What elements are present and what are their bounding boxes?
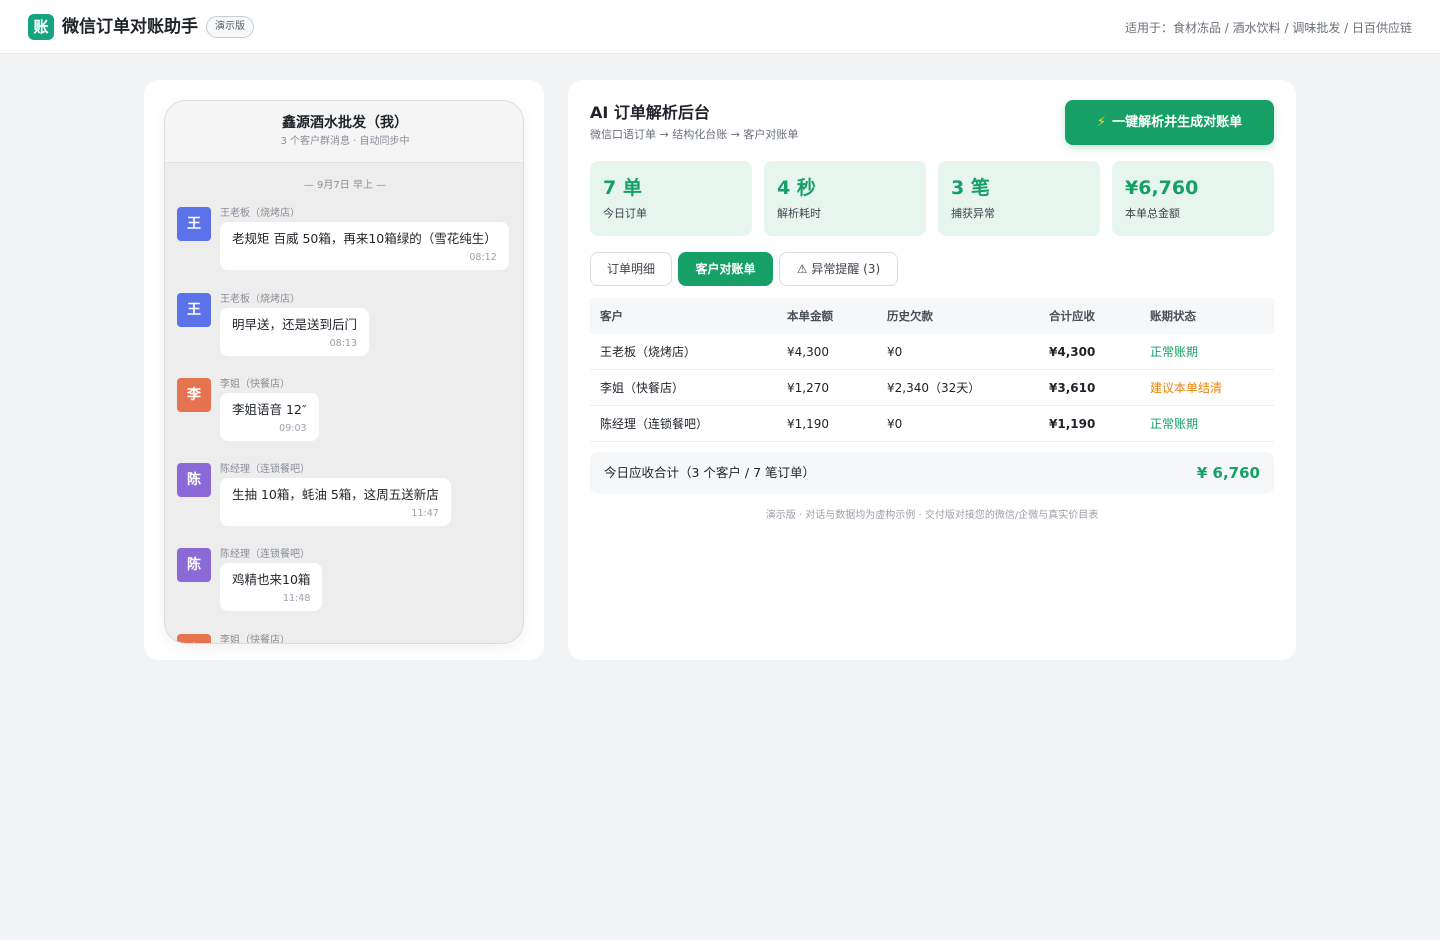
tab-customer-statement[interactable]: 客户对账单 (678, 252, 773, 286)
table-row[interactable]: 陈经理（连锁餐吧） ¥1,190 ¥0 ¥1,190 正常账期 (590, 406, 1274, 442)
summary-label: 今日应收合计（3 个客户 / 7 笔订单） (604, 465, 816, 480)
lightning-icon: ⚡ (1096, 115, 1107, 130)
date-divider: — 9月7日 早上 — (303, 180, 387, 191)
avatar: 陈 (177, 548, 211, 582)
stat-card-exceptions: 3 笔 捕获异常 (938, 161, 1100, 236)
customer-name: 陈经理（连锁餐吧） (600, 417, 709, 431)
panel-title: AI 订单解析后台 (590, 103, 710, 122)
message-time: 08:13 (329, 338, 358, 349)
stat-card-total-amount: ¥6,760 本单总金额 (1112, 161, 1274, 236)
historical-debt: ¥0 (887, 345, 903, 359)
column-header: 合计应收 (1049, 309, 1095, 323)
summary-value: ¥ 6,760 (1196, 464, 1260, 482)
voice-message-bubble[interactable]: 李姐语音 12″ 09:03 (220, 393, 319, 441)
table-header: 客户 本单金额 历史欠款 合计应收 账期状态 (590, 298, 1274, 334)
message-time: 08:12 (469, 252, 497, 263)
message-text: 老规矩 百威 50箱，再来10箱绿的（雪花纯生） (232, 231, 497, 246)
stat-value: 4 秒 (777, 177, 816, 199)
sender-name: 李姐（快餐店） (220, 379, 290, 390)
avatar: 李 (177, 378, 211, 412)
sender-name: 陈经理（连锁餐吧） (220, 464, 310, 475)
message-bubble: 生抽 10箱，蚝油 5箱，这周五送新店 11:47 (220, 478, 451, 526)
sender-name: 李姐（快餐店） (220, 635, 290, 644)
stat-value: 7 单 (603, 177, 642, 199)
order-amount: ¥1,190 (787, 417, 829, 431)
stat-label: 捕获异常 (951, 207, 995, 220)
chat-panel: 鑫源酒水批发（我） 3 个客户群消息 · 自动同步中 — 9月7日 早上 — 王… (144, 80, 544, 660)
table-row[interactable]: 王老板（烧烤店） ¥4,300 ¥0 ¥4,300 正常账期 (590, 334, 1274, 370)
sender-name: 王老板（烧烤店） (220, 294, 300, 305)
historical-debt: ¥0 (887, 417, 903, 431)
status-badge: 建议本单结清 (1150, 381, 1223, 395)
tab-order-details[interactable]: 订单明细 (590, 252, 672, 286)
customer-statement-table: 客户 本单金额 历史欠款 合计应收 账期状态 王老板（烧烤店） ¥4,300 ¥… (590, 298, 1274, 442)
stat-label: 本单总金额 (1125, 207, 1180, 220)
column-header: 客户 (600, 309, 623, 323)
avatar: 陈 (177, 463, 211, 497)
message-time: 11:48 (283, 593, 311, 604)
column-header: 账期状态 (1150, 309, 1196, 323)
table-row[interactable]: 李姐（快餐店） ¥1,270 ¥2,340（32天） ¥3,610 建议本单结清 (590, 370, 1274, 406)
avatar: 李 (177, 634, 211, 643)
message-text: 明早送，还是送到后门 (232, 317, 358, 332)
demo-badge: 演示版 (206, 16, 254, 38)
demo-footnote: 演示版 · 对话与数据均为虚构示例 · 交付版对接您的微信/企微与真实价目表 (765, 510, 1099, 521)
stat-label: 解析耗时 (777, 207, 821, 220)
total-receivable: ¥1,190 (1049, 417, 1096, 431)
status-badge: 正常账期 (1150, 345, 1199, 359)
sender-name: 陈经理（连锁餐吧） (220, 549, 310, 560)
message-time: 09:03 (279, 423, 307, 434)
message-bubble: 老规矩 百威 50箱，再来10箱绿的（雪花纯生） 08:12 (220, 222, 509, 270)
order-parsing-panel: AI 订单解析后台 微信口语订单 → 结构化台账 → 客户对账单 ⚡ 一键解析并生… (568, 80, 1296, 660)
sender-name: 王老板（烧烤店） (220, 208, 300, 219)
status-badge: 正常账期 (1150, 417, 1199, 431)
customer-name: 李姐（快餐店） (600, 381, 685, 395)
message-bubble: 明早送，还是送到后门 08:13 (220, 308, 370, 356)
tab-exception-alerts[interactable]: ⚠ 异常提醒 (3) (779, 252, 898, 286)
panel-subtitle: 微信口语订单 → 结构化台账 → 客户对账单 (590, 128, 799, 141)
message-bubble: 鸡精也来10箱 11:48 (220, 563, 323, 611)
top-bar: 账 微信订单对账助手 演示版 适用于：食材冻品 / 酒水饮料 / 调味批发 / … (0, 0, 1440, 54)
parse-and-generate-button[interactable]: ⚡ 一键解析并生成对账单 (1065, 100, 1274, 145)
stat-value: 3 笔 (951, 177, 990, 199)
historical-debt: ¥2,340（32天） (887, 381, 981, 395)
phone-mockup: 鑫源酒水批发（我） 3 个客户群消息 · 自动同步中 — 9月7日 早上 — 王… (164, 100, 524, 644)
app-logo: 账 (28, 14, 54, 40)
avatar: 王 (177, 293, 211, 327)
chat-subtitle: 3 个客户群消息 · 自动同步中 (280, 136, 410, 147)
daily-receivable-summary: 今日应收合计（3 个客户 / 7 笔订单） ¥ 6,760 (590, 452, 1274, 494)
stat-value: ¥6,760 (1125, 177, 1199, 199)
stat-card-parse-time: 4 秒 解析耗时 (764, 161, 926, 236)
applicable-industries: 适用于：食材冻品 / 酒水饮料 / 调味批发 / 日百供应链 (1124, 21, 1412, 35)
message-text: 生抽 10箱，蚝油 5箱，这周五送新店 (232, 487, 439, 502)
order-amount: ¥4,300 (787, 345, 829, 359)
total-receivable: ¥3,610 (1049, 381, 1096, 395)
message-time: 11:47 (411, 508, 439, 519)
chat-header: 鑫源酒水批发（我） 3 个客户群消息 · 自动同步中 (165, 101, 523, 163)
column-header: 历史欠款 (887, 309, 933, 323)
avatar: 王 (177, 207, 211, 241)
order-amount: ¥1,270 (787, 381, 829, 395)
message-text: 李姐语音 12″ (232, 402, 307, 417)
chat-title: 鑫源酒水批发（我） (282, 115, 408, 131)
total-receivable: ¥4,300 (1049, 345, 1096, 359)
parse-button-label: 一键解析并生成对账单 (1112, 115, 1243, 130)
message-text: 鸡精也来10箱 (232, 572, 311, 587)
customer-name: 王老板（烧烤店） (600, 345, 697, 359)
stat-card-orders: 7 单 今日订单 (590, 161, 752, 236)
app-title: 微信订单对账助手 (62, 17, 198, 37)
column-header: 本单金额 (787, 309, 833, 323)
stat-label: 今日订单 (603, 207, 647, 220)
